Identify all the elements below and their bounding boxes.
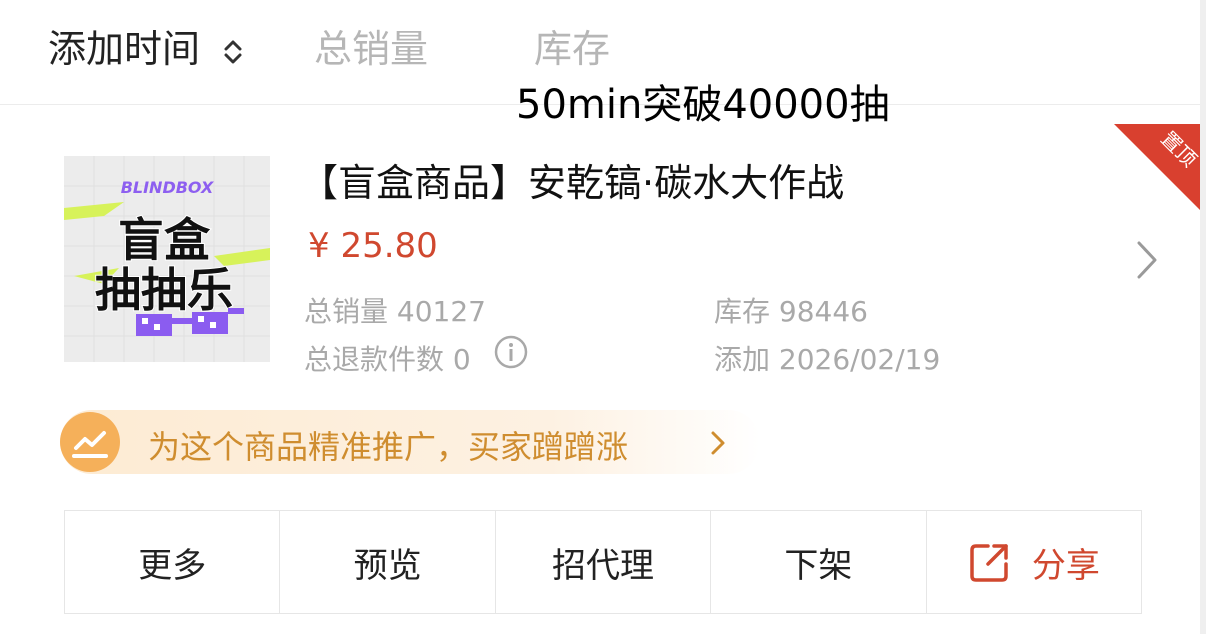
sort-label-total-sales: 总销量	[314, 27, 429, 71]
trend-chart-icon	[72, 431, 108, 458]
preview-button[interactable]: 预览	[280, 511, 496, 613]
product-thumbnail[interactable]: BLINDBOX 盲盒 抽抽乐	[64, 156, 270, 362]
product-title[interactable]: 【盲盒商品】安乾镐·碳水大作战	[300, 152, 844, 207]
share-button[interactable]: 分享	[927, 511, 1141, 613]
product-price: ¥ 25.80	[308, 226, 438, 266]
thumbnail-brand: BLINDBOX	[121, 178, 214, 197]
product-list-page: 添加时间 总销量 库存 50min突破40000抽 置顶 BLINDBOX 盲盒…	[0, 0, 1200, 634]
sort-by-added-time[interactable]: 添加时间	[48, 18, 244, 73]
delist-button[interactable]: 下架	[711, 511, 927, 613]
action-bar: 更多 预览 招代理 下架 分享	[64, 510, 1142, 614]
stock-count: 库存 98446	[714, 295, 868, 328]
pinned-badge: 置顶	[1114, 124, 1200, 210]
added-date: 添加 2026/02/19	[714, 343, 941, 376]
thumbnail-line2: 抽抽乐	[95, 263, 233, 317]
recruit-agent-button[interactable]: 招代理	[496, 511, 712, 613]
sort-label-stock: 库存	[534, 27, 611, 71]
promotion-text: 为这个商品精准推广，买家蹭蹭涨	[148, 428, 629, 466]
sort-by-total-sales[interactable]: 总销量	[314, 18, 428, 73]
info-icon[interactable]	[494, 335, 528, 369]
total-refunds: 总退款件数 0	[304, 343, 471, 376]
sort-label-added-time: 添加时间	[48, 27, 201, 71]
overlay-caption: 50min突破40000抽	[516, 82, 890, 128]
chevron-up-down-icon	[224, 40, 242, 63]
thumbnail-line1: 盲盒	[118, 213, 211, 267]
promo-icon-circle	[60, 412, 120, 472]
share-out-icon	[970, 544, 1008, 582]
total-sales: 总销量 40127	[304, 295, 486, 328]
more-button[interactable]: 更多	[65, 511, 281, 613]
right-edge-strip	[1200, 0, 1206, 634]
promotion-banner[interactable]: 为这个商品精准推广，买家蹭蹭涨	[60, 410, 760, 474]
sort-by-stock[interactable]: 库存	[534, 18, 610, 73]
chevron-right-icon	[711, 431, 725, 455]
pinned-ribbon-shape: 置顶	[1114, 124, 1200, 210]
chevron-right-icon[interactable]	[1136, 240, 1158, 280]
share-label: 分享	[1031, 545, 1100, 586]
